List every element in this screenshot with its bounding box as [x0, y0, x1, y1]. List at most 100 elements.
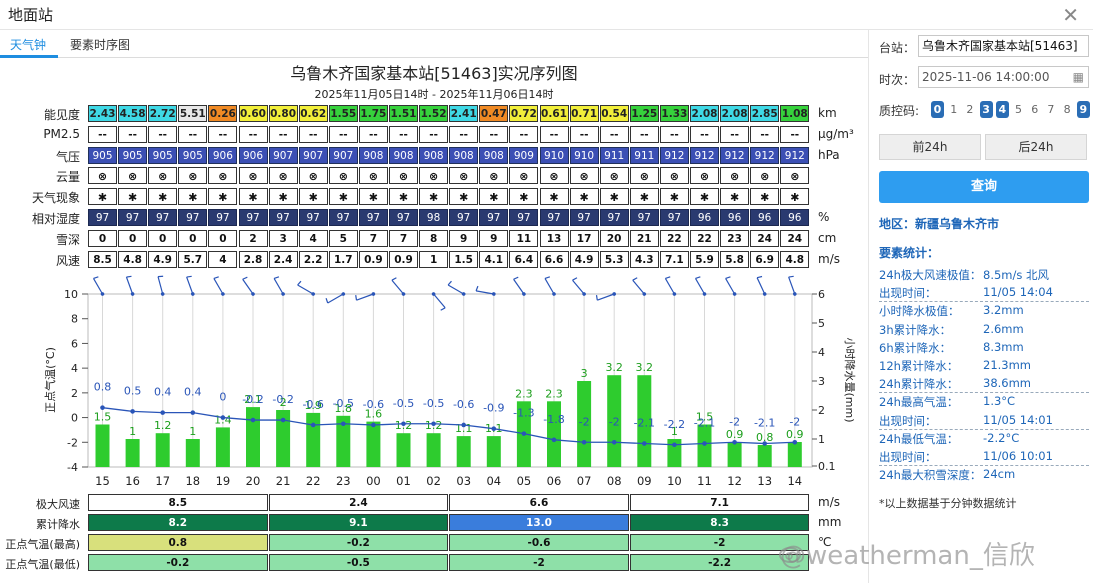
temperature-label: -1.8 [543, 413, 564, 426]
query-button[interactable]: 查询 [879, 171, 1089, 203]
qc-code-1[interactable]: 1 [947, 101, 960, 118]
wind-barb-icon [242, 276, 255, 296]
right-tick-label: 5 [818, 317, 825, 330]
wind-barb-flag [213, 276, 219, 279]
precip-bar [215, 427, 230, 467]
wind-barb-staff [273, 278, 284, 295]
wind-barb-dot [130, 292, 135, 296]
stat-key: 出现时间： [879, 413, 937, 428]
summary-cell: 8.3 [629, 514, 810, 531]
wind-barb-dot [612, 292, 617, 296]
wind-barb-staff [694, 278, 706, 295]
temperature-point [702, 441, 707, 446]
wind-barb-icon [125, 275, 135, 296]
stat-key: 3h累计降水： [879, 322, 952, 337]
qc-label: 质控码: [879, 104, 920, 118]
wind-barb-icon [213, 276, 225, 296]
summary-cell: -0.2 [88, 554, 268, 571]
wind-barb-flag [475, 285, 479, 292]
wind-barb-flag [391, 277, 397, 281]
wind-barb-icon [756, 275, 767, 296]
stat-key: 24h极大风速极值： [879, 268, 982, 282]
stat-value: 8.3mm [983, 339, 1024, 354]
qc-code-3[interactable]: 3 [979, 101, 993, 118]
x-tick-label: 14 [787, 474, 802, 488]
temperature-label: 0.8 [94, 381, 112, 394]
precip-label: 0.9 [786, 428, 804, 441]
qc-code-0[interactable]: 0 [931, 101, 944, 118]
station-input[interactable]: 乌鲁木齐国家基本站[51463] [918, 35, 1089, 57]
temperature-label: 0.4 [184, 386, 202, 399]
temperature-point [280, 417, 286, 423]
wind-barb-dot [792, 292, 797, 296]
stat-key: 24h最大积雪深度： [879, 468, 982, 483]
qc-code-6[interactable]: 6 [1028, 101, 1041, 118]
right-tick-label: 2 [818, 404, 825, 417]
wind-barb-flag [544, 276, 551, 279]
wind-barb-dot [311, 292, 316, 296]
wind-barb-staff [544, 278, 555, 295]
wind-barb-dot [461, 292, 466, 296]
temperature-label: -2.1 [754, 417, 775, 430]
wind-barb-icon [475, 285, 496, 296]
temperature-point [160, 410, 165, 415]
precip-bar [727, 442, 742, 467]
wind-barb-icon [725, 276, 737, 296]
stats-divider [879, 301, 1089, 303]
temperature-point [792, 439, 798, 445]
right-tick-label: 1 [818, 433, 825, 446]
wind-barb-staff [756, 277, 766, 295]
temperature-point [401, 421, 406, 427]
wind-barb-staff [157, 276, 164, 295]
wind-barb-flag [297, 280, 302, 286]
temperature-label: -2 [789, 415, 800, 428]
x-tick-label: 04 [486, 474, 501, 488]
close-icon[interactable]: ✕ [1062, 3, 1079, 27]
precip-bar [246, 407, 260, 467]
wind-barb-staff [788, 276, 796, 295]
x-tick-label: 02 [426, 474, 441, 488]
x-tick-label: 08 [607, 474, 622, 488]
precip-label: 3.2 [636, 361, 654, 374]
qc-code-7[interactable]: 7 [1044, 101, 1057, 118]
qc-code-8[interactable]: 8 [1061, 101, 1074, 118]
temperature-point [732, 439, 737, 445]
x-tick-label: 03 [456, 474, 471, 488]
summary-cell: 9.1 [268, 514, 449, 531]
summary-cell: 13.0 [449, 514, 629, 531]
qc-code-2[interactable]: 2 [963, 101, 976, 118]
temperature-point [762, 441, 767, 446]
wind-barb-icon [595, 292, 617, 301]
left-tick-label: 0 [71, 412, 78, 425]
wind-barb-flag [440, 307, 446, 311]
temperature-label: -2.2 [664, 418, 685, 431]
stat-key: 24h累计降水： [879, 377, 959, 392]
wind-barb-flag [93, 276, 99, 279]
precip-bar [95, 424, 110, 467]
qc-code-9[interactable]: 9 [1076, 101, 1090, 118]
prev-24h-button[interactable]: 前24h [879, 134, 981, 160]
temperature-point [190, 410, 196, 415]
next-24h-button[interactable]: 后24h [985, 134, 1087, 160]
calendar-icon[interactable]: ▦ [1073, 67, 1084, 87]
wind-barb-flag [632, 277, 638, 281]
wind-barb-dot [552, 292, 556, 296]
wind-barb-flag [447, 280, 452, 286]
qc-code-4[interactable]: 4 [995, 101, 1009, 118]
wind-barb-dot [341, 292, 346, 296]
qc-code-5[interactable]: 5 [1012, 101, 1025, 118]
wind-barb-dot [762, 292, 767, 296]
x-tick-label: 17 [155, 474, 170, 488]
time-label: 时次： [879, 73, 916, 87]
precip-label: 3.2 [605, 361, 623, 374]
wind-barb-dot [221, 292, 225, 296]
summary-label: 正点气温(最高) [5, 538, 80, 551]
left-tick-label: 8 [71, 313, 78, 326]
wind-barb-dot [281, 292, 285, 296]
temperature-label: -2 [729, 415, 740, 428]
temperature-point [371, 422, 376, 428]
time-input[interactable]: 2025-11-06 14:00:00 ▦ [918, 66, 1089, 88]
precip-label: 1 [129, 425, 136, 438]
wind-barb-icon [694, 276, 707, 296]
stat-key: 12h累计降水： [879, 359, 959, 373]
